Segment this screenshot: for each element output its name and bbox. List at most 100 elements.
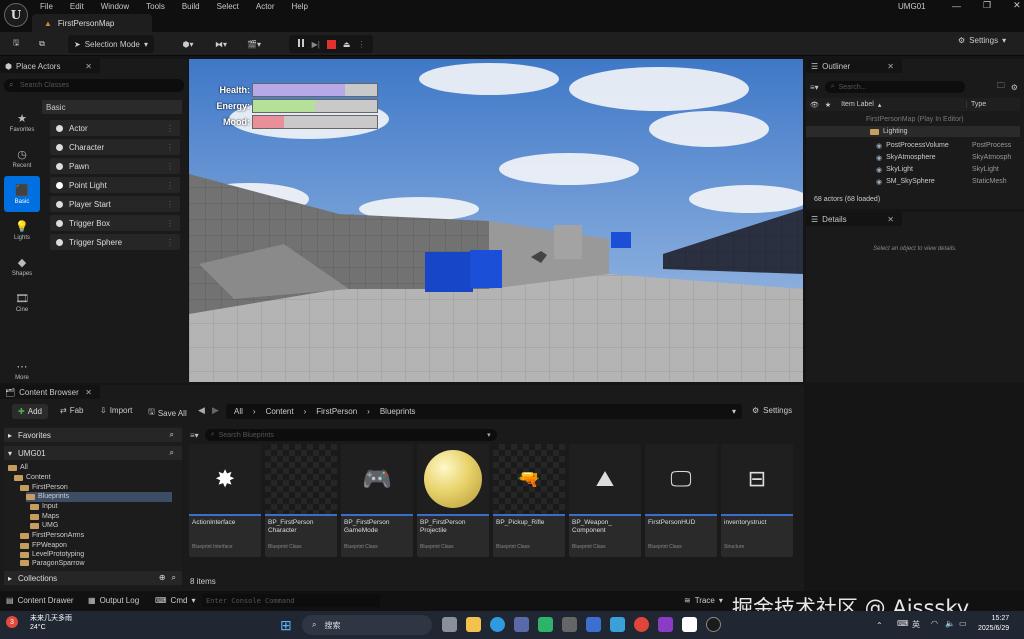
- asset-tile[interactable]: ✸ ActionInterface Blueprint Interface: [189, 444, 261, 557]
- menu-tools[interactable]: Tools: [146, 2, 165, 11]
- task-view-icon[interactable]: [442, 617, 457, 632]
- breadcrumb-firstperson[interactable]: FirstPerson: [316, 407, 357, 416]
- store-icon[interactable]: [514, 617, 529, 632]
- asset-tile[interactable]: BP_FirstPerson Character Blueprint Class: [265, 444, 337, 557]
- taskbar-search[interactable]: ⌕ 搜索: [302, 615, 432, 635]
- breadcrumb-blueprints[interactable]: Blueprints: [380, 407, 416, 416]
- actor-item[interactable]: Trigger Sphere ⋮: [50, 234, 180, 250]
- project-header[interactable]: ▾ UMG01 ⌕: [4, 446, 182, 460]
- category-lights[interactable]: 💡 Lights: [4, 212, 40, 248]
- browse-icon[interactable]: ⧉: [34, 35, 50, 53]
- filter-icon[interactable]: ≡▾: [810, 83, 819, 92]
- asset-tile[interactable]: 🔫 BP_Pickup_Rifle Blueprint Class: [493, 444, 565, 557]
- menu-edit[interactable]: Edit: [70, 2, 84, 11]
- tree-item[interactable]: ParagonSparrow: [20, 559, 85, 567]
- restore-icon[interactable]: ❐: [983, 0, 991, 11]
- stop-icon[interactable]: [326, 39, 336, 49]
- search-icon[interactable]: ⌕: [170, 448, 174, 458]
- asset-search-input[interactable]: ⌕ Search Blueprints ▾: [204, 429, 497, 441]
- outliner-row[interactable]: FirstPersonMap (Play In Editor): [806, 114, 1020, 125]
- star-icon[interactable]: ★: [825, 101, 831, 109]
- content-drawer-button[interactable]: ▤ Content Drawer: [6, 596, 74, 605]
- history-back-icon[interactable]: ◀: [198, 405, 205, 416]
- category-favorites[interactable]: ★ Favorites: [4, 104, 40, 140]
- weather-text[interactable]: 未来几天多雨 24°C: [30, 614, 72, 632]
- minimize-icon[interactable]: —: [952, 1, 961, 11]
- tree-item[interactable]: All: [8, 463, 28, 473]
- breadcrumb-all[interactable]: All: [234, 407, 243, 416]
- cinematics-icon[interactable]: 🎬▾: [242, 35, 266, 53]
- outliner-row[interactable]: ◉ SM_SkySphere StaticMesh: [806, 176, 1020, 187]
- outliner-row[interactable]: ◉ SkyAtmosphere SkyAtmosph: [806, 152, 1020, 163]
- settings-button[interactable]: ⚙ Settings ▾: [958, 36, 1006, 45]
- content-browser-tab[interactable]: 🗂 Content Browser ✕: [0, 385, 100, 399]
- app-icon[interactable]: [586, 617, 601, 632]
- fab-button[interactable]: ⇄ Fab: [60, 406, 84, 415]
- wifi-icon[interactable]: ◠: [931, 619, 938, 628]
- pause-icon[interactable]: [297, 39, 305, 49]
- windows-start-icon[interactable]: ⊞: [280, 617, 292, 634]
- actor-item[interactable]: Point Light ⋮: [50, 177, 180, 193]
- drag-handle-icon[interactable]: ⋮: [166, 200, 174, 209]
- asset-tile[interactable]: ⛰ BP_Weapon_ Component Blueprint Class: [569, 444, 641, 557]
- unreal-logo-icon[interactable]: U: [4, 3, 28, 27]
- edge-icon[interactable]: [490, 617, 505, 632]
- favorites-header[interactable]: ▸ Favorites ⌕: [4, 428, 182, 442]
- tree-item[interactable]: UMG: [30, 521, 58, 531]
- onenote-icon[interactable]: [658, 617, 673, 632]
- outliner-row[interactable]: ◉ PostProcessVolume PostProcess: [806, 140, 1020, 151]
- tree-item[interactable]: FirstPersonArms: [20, 531, 84, 541]
- actor-item[interactable]: Actor ⋮: [50, 120, 180, 136]
- search-classes-input[interactable]: Search Classes: [4, 79, 184, 92]
- history-forward-icon[interactable]: ▶: [212, 405, 219, 416]
- drag-handle-icon[interactable]: ⋮: [166, 219, 174, 228]
- drag-handle-icon[interactable]: ⋮: [166, 124, 174, 133]
- actor-item[interactable]: Character ⋮: [50, 139, 180, 155]
- filter-icon[interactable]: ≡▾: [190, 431, 199, 440]
- play-options-icon[interactable]: ⋮: [357, 40, 365, 49]
- blueprint-icon[interactable]: ⧓▾: [209, 35, 233, 53]
- actor-item[interactable]: Pawn ⋮: [50, 158, 180, 174]
- drag-handle-icon[interactable]: ⋮: [166, 181, 174, 190]
- outliner-tab[interactable]: ☰ Outliner ✕: [806, 59, 902, 73]
- import-button[interactable]: ⇩ Import: [100, 406, 132, 415]
- category-basic[interactable]: ⬛ Basic: [4, 176, 40, 212]
- console-input[interactable]: Enter Console Command: [202, 594, 380, 607]
- close-icon[interactable]: ✕: [85, 62, 92, 71]
- type-column[interactable]: Type: [966, 101, 986, 108]
- place-actors-tab[interactable]: ⬢ Place Actors ✕: [0, 59, 100, 73]
- add-button[interactable]: ✚ Add: [12, 404, 48, 419]
- ime-icon[interactable]: ⌨: [897, 619, 909, 628]
- category-cine[interactable]: 🎞 Cine: [4, 284, 40, 320]
- tree-item[interactable]: Content: [14, 473, 51, 483]
- add-actor-icon[interactable]: ⬢▾: [176, 35, 200, 53]
- drag-handle-icon[interactable]: ⋮: [166, 143, 174, 152]
- speaker-icon[interactable]: 🔈: [945, 619, 955, 628]
- drag-handle-icon[interactable]: ⋮: [166, 238, 174, 247]
- actor-item[interactable]: Trigger Box ⋮: [50, 215, 180, 231]
- close-icon[interactable]: ✕: [1013, 0, 1021, 11]
- collections-header[interactable]: ▸ Collections ⊕ ⌕: [4, 571, 182, 585]
- item-label-column[interactable]: Item Label: [841, 101, 874, 108]
- weather-widget[interactable]: 3: [6, 614, 30, 636]
- menu-window[interactable]: Window: [101, 2, 129, 11]
- trace-button[interactable]: ≋ Trace ▾: [684, 596, 723, 605]
- asset-tile[interactable]: 🎮 BP_FirstPerson GameMode Blueprint Class: [341, 444, 413, 557]
- menu-actor[interactable]: Actor: [256, 2, 275, 11]
- outliner-search-input[interactable]: ⌕ Search...: [824, 81, 965, 93]
- add-folder-icon[interactable]: 🗀: [997, 80, 1005, 94]
- qq-icon[interactable]: [682, 617, 697, 632]
- save-all-button[interactable]: 🖫 Save All: [148, 406, 187, 420]
- wechat-icon[interactable]: [538, 617, 553, 632]
- file-explorer-icon[interactable]: [466, 617, 481, 632]
- gear-icon[interactable]: ⚙: [1011, 83, 1018, 92]
- outliner-row[interactable]: Lighting: [806, 126, 1020, 137]
- category-shapes[interactable]: ◆ Shapes: [4, 248, 40, 284]
- close-icon[interactable]: ✕: [887, 215, 894, 224]
- map-tab[interactable]: ▲ FirstPersonMap: [32, 14, 152, 32]
- unreal-taskbar-icon[interactable]: [706, 617, 721, 632]
- tree-item[interactable]: Input: [30, 502, 58, 512]
- close-icon[interactable]: ✕: [85, 388, 92, 397]
- battery-icon[interactable]: ▭: [959, 619, 967, 628]
- tree-item-selected[interactable]: Blueprints: [26, 492, 172, 502]
